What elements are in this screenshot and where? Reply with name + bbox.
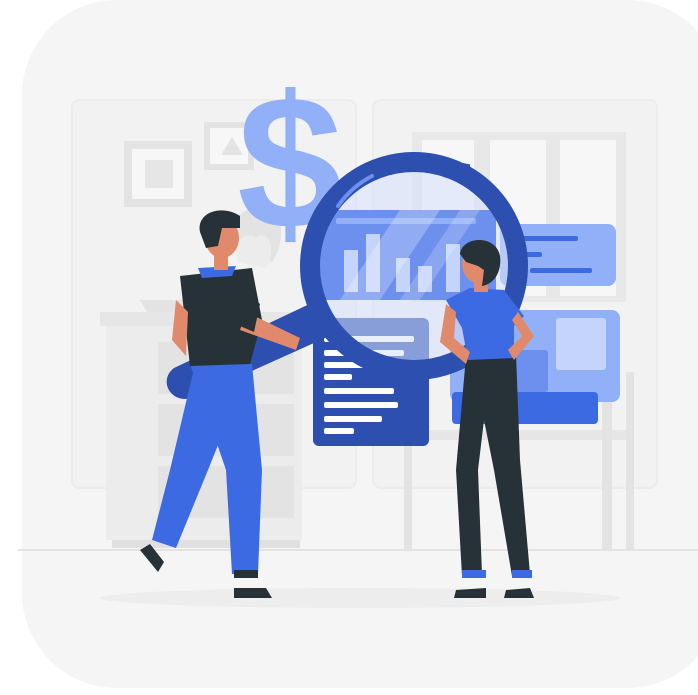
- floor-shadow: [100, 588, 620, 608]
- analysis-illustration: $: [18, 0, 698, 688]
- picture-frame-large: [124, 141, 192, 207]
